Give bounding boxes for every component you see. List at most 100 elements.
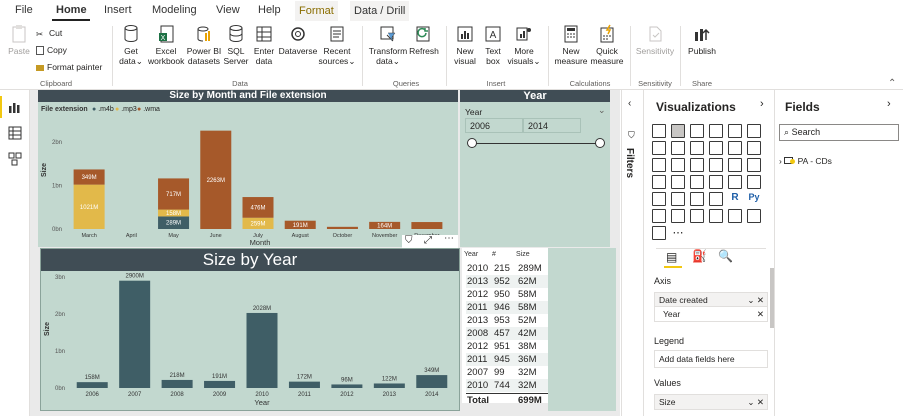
cut-button[interactable]: ✂ Cut xyxy=(36,28,62,39)
matrix-icon[interactable] xyxy=(709,192,723,206)
copy-button[interactable]: Copy xyxy=(36,45,67,56)
format-painter-button[interactable]: Format painter xyxy=(36,62,102,72)
paginated-icon[interactable] xyxy=(728,209,742,223)
collapse-ribbon-icon[interactable]: ⌃ xyxy=(888,78,896,89)
more-visuals-button[interactable]: More visuals⌄ xyxy=(506,24,542,66)
clustered-bar-icon[interactable] xyxy=(690,124,704,138)
map-icon[interactable] xyxy=(652,175,666,189)
waterfall-icon[interactable] xyxy=(652,158,666,172)
area-chart-icon[interactable] xyxy=(671,141,685,155)
table-icon[interactable] xyxy=(690,192,704,206)
slicer-end-handle[interactable] xyxy=(595,138,605,148)
100-column-icon[interactable] xyxy=(747,124,761,138)
chevron-left-icon[interactable]: ‹ xyxy=(628,98,631,109)
sensitivity-button[interactable]: Sensitivity xyxy=(634,24,676,56)
slicer-from-input[interactable]: 2006 xyxy=(465,118,523,133)
slicer-start-handle[interactable] xyxy=(467,138,477,148)
r-visual-icon[interactable]: R xyxy=(728,192,742,206)
table-row[interactable]: 2010 744 32M xyxy=(466,379,548,392)
tab-view[interactable]: View xyxy=(216,4,240,16)
table-row[interactable]: 2013 953 52M xyxy=(466,314,548,327)
year-slicer-visual[interactable]: Year Year ⌄ 2006 2014 xyxy=(460,90,610,247)
stacked-area-icon[interactable] xyxy=(690,141,704,155)
new-visual-button[interactable]: New visual xyxy=(450,24,480,66)
smart-narrative-icon[interactable] xyxy=(709,209,723,223)
refresh-button[interactable]: Refresh xyxy=(408,24,440,56)
table-row[interactable]: 2008 457 42M xyxy=(466,327,548,340)
table-row[interactable]: 2011 946 58M xyxy=(466,301,548,314)
table-row[interactable]: 2012 951 38M xyxy=(466,340,548,353)
stacked-column-icon[interactable] xyxy=(671,124,685,138)
field-table-item[interactable]: › PA - CDs xyxy=(779,156,832,166)
key-influencers-icon[interactable] xyxy=(652,209,666,223)
shape-map-icon[interactable] xyxy=(690,175,704,189)
year-chart-visual[interactable]: Size by Year 0bn 1bn 2bn 3bn Size Year 158M 200… xyxy=(40,248,460,411)
legend-drop-zone[interactable]: Add data fields here xyxy=(654,350,768,368)
text-box-button[interactable]: A Text box xyxy=(480,24,506,66)
gauge-icon[interactable] xyxy=(709,175,723,189)
scatter-icon[interactable] xyxy=(690,158,704,172)
100-bar-icon[interactable] xyxy=(728,124,742,138)
values-field-pill[interactable]: Size ⌄ ✕ xyxy=(654,394,768,410)
fields-tab-icon[interactable]: ▤ xyxy=(666,250,677,264)
recent-sources-button[interactable]: Recent sources⌄ xyxy=(318,24,356,66)
chevron-down-icon[interactable]: ⌄ xyxy=(598,105,606,116)
enter-data-button[interactable]: Enter data xyxy=(250,24,278,66)
month-chart-visual[interactable]: Size by Month and File extension File ex… xyxy=(38,90,458,247)
tab-format[interactable]: Format xyxy=(295,1,338,21)
analytics-icon[interactable]: 🔍 xyxy=(718,249,733,263)
get-data-button[interactable]: Get data⌄ xyxy=(116,24,146,66)
stacked-bar-icon[interactable] xyxy=(652,124,666,138)
transform-data-button[interactable]: Transform data⌄ xyxy=(368,24,408,66)
dataverse-button[interactable]: Dataverse xyxy=(278,24,318,56)
line-chart-icon[interactable] xyxy=(652,141,666,155)
filled-map-icon[interactable] xyxy=(671,175,685,189)
donut-icon[interactable] xyxy=(728,158,742,172)
table-row[interactable]: 2011 945 36M xyxy=(466,353,548,366)
data-view-icon[interactable] xyxy=(8,126,22,140)
clustered-column-icon[interactable] xyxy=(709,124,723,138)
power-apps-icon[interactable] xyxy=(747,209,761,223)
chevron-right-icon[interactable]: › xyxy=(760,98,764,110)
power-automate-icon[interactable] xyxy=(652,226,666,240)
line-column-icon[interactable] xyxy=(709,141,723,155)
focus-mode-icon[interactable]: ⤢ xyxy=(424,235,432,246)
qa-icon[interactable] xyxy=(690,209,704,223)
quick-measure-button[interactable]: Quick measure xyxy=(590,24,624,66)
line-clustered-icon[interactable] xyxy=(728,141,742,155)
table-row[interactable]: 2010 215 289M xyxy=(466,262,548,275)
pie-chart-icon[interactable] xyxy=(709,158,723,172)
tab-insert[interactable]: Insert xyxy=(104,4,132,16)
new-measure-button[interactable]: New measure xyxy=(553,24,589,66)
slicer-to-input[interactable]: 2014 xyxy=(523,118,581,133)
decomposition-tree-icon[interactable] xyxy=(671,209,685,223)
fields-search-input[interactable]: ⌕ Search xyxy=(779,124,899,141)
treemap-icon[interactable] xyxy=(747,158,761,172)
model-view-icon[interactable] xyxy=(8,152,22,166)
python-visual-icon[interactable]: Py xyxy=(747,192,761,206)
filter-icon[interactable]: ⛉ xyxy=(405,235,413,246)
tab-file[interactable]: File xyxy=(15,4,33,16)
tab-help[interactable]: Help xyxy=(258,4,281,16)
tab-data-drill[interactable]: Data / Drill xyxy=(350,1,410,21)
tab-home[interactable]: Home xyxy=(56,4,87,16)
more-options-icon[interactable]: ⋯ xyxy=(444,233,454,244)
ribbon-chart-icon[interactable] xyxy=(747,141,761,155)
filters-pane[interactable]: ‹ ⛉ Filters xyxy=(621,90,643,416)
paint-roller-icon[interactable]: ⛽ xyxy=(692,249,707,263)
table-row[interactable]: 2007 99 32M xyxy=(466,366,548,379)
sql-server-button[interactable]: SQL Server xyxy=(222,24,250,66)
axis-sub-field-pill[interactable]: Year ✕ xyxy=(654,306,768,322)
chevron-right-icon[interactable]: › xyxy=(887,98,891,110)
excel-workbook-button[interactable]: X Excel workbook xyxy=(148,24,184,66)
more-icon[interactable]: ⋯ xyxy=(671,226,685,240)
slicer-icon[interactable] xyxy=(671,192,685,206)
table-row[interactable]: 2012 950 58M xyxy=(466,288,548,301)
report-view-icon[interactable] xyxy=(8,100,22,114)
kpi-icon[interactable] xyxy=(652,192,666,206)
multirow-card-icon[interactable] xyxy=(747,175,761,189)
card-icon[interactable] xyxy=(728,175,742,189)
tab-modeling[interactable]: Modeling xyxy=(152,4,197,16)
funnel-icon[interactable] xyxy=(671,158,685,172)
paste-button[interactable]: Paste xyxy=(6,24,32,56)
